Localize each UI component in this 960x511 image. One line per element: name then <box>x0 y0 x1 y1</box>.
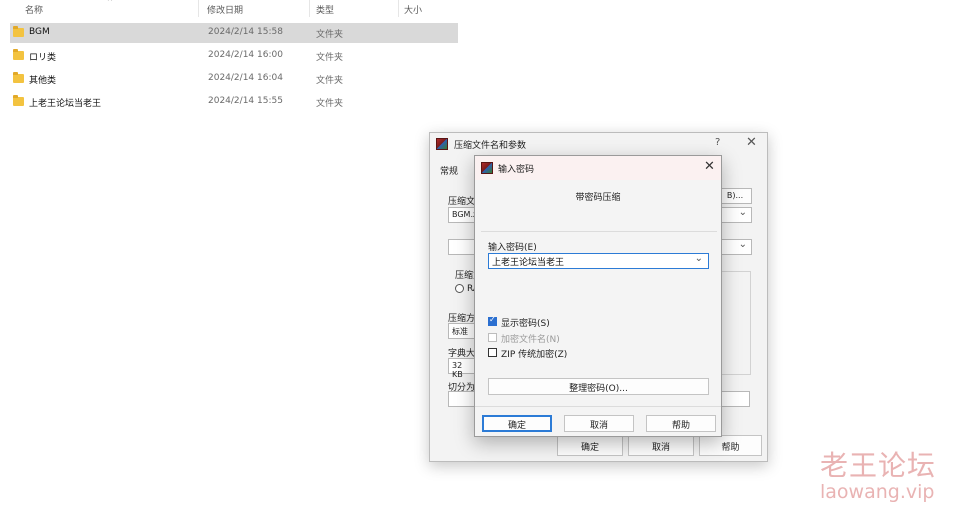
ok-button[interactable]: 确定 <box>557 435 623 456</box>
tab-general[interactable]: 常规 <box>440 164 458 177</box>
help-button[interactable]: 帮助 <box>646 415 716 432</box>
file-type: 文件夹 <box>316 76 344 86</box>
column-divider[interactable] <box>398 0 399 17</box>
divider <box>475 406 721 407</box>
format-radio-rar[interactable] <box>455 284 464 293</box>
dialog-title-bar[interactable]: 压缩文件名和参数 ? ✕ <box>430 133 767 156</box>
split-volume-unit[interactable] <box>718 391 750 407</box>
update-mode-select[interactable] <box>718 207 752 223</box>
file-type: 文件夹 <box>316 53 344 63</box>
watermark-chinese: 老王论坛 <box>820 449 937 482</box>
ok-button[interactable]: 确定 <box>482 415 552 432</box>
file-name: 上老王论坛当老王 <box>29 99 102 109</box>
show-password-label: 显示密码(S) <box>501 319 550 329</box>
dialog-heading: 带密码压缩 <box>575 193 621 203</box>
column-header-date[interactable]: 修改日期 <box>207 3 243 16</box>
file-row-bgm[interactable]: BGM 2024/2/14 15:58 文件夹 <box>10 23 458 43</box>
encrypt-filenames-label: 加密文件名(N) <box>501 335 560 345</box>
password-input[interactable]: 上老王论坛当老王 <box>488 253 709 269</box>
column-header-size[interactable]: 大小 <box>404 3 422 16</box>
file-date: 2024/2/14 16:04 <box>208 73 283 83</box>
profile-select[interactable] <box>718 239 752 255</box>
file-row-other[interactable]: 其他类 2024/2/14 16:04 文件夹 <box>10 69 458 89</box>
column-header-name[interactable]: 名称 <box>25 3 43 16</box>
folder-icon <box>13 95 24 106</box>
folder-icon <box>13 72 24 83</box>
file-type: 文件夹 <box>316 99 344 109</box>
password-label: 输入密码(E) <box>488 243 537 253</box>
dialog-title: 输入密码 <box>498 165 535 175</box>
help-button[interactable]: 帮助 <box>699 435 762 456</box>
file-name: 其他类 <box>29 76 57 86</box>
watermark-domain: laowang.vip <box>820 481 935 503</box>
file-name: BGM <box>29 27 50 37</box>
show-password-checkbox[interactable] <box>488 315 497 326</box>
organize-passwords-button[interactable]: 整理密码(O)... <box>488 378 709 395</box>
file-type: 文件夹 <box>316 30 344 40</box>
file-date: 2024/2/14 16:00 <box>208 50 283 60</box>
zip-legacy-encryption-label: ZIP 传统加密(Z) <box>501 350 568 360</box>
column-divider[interactable] <box>309 0 310 17</box>
file-name: ロリ类 <box>29 53 57 63</box>
help-icon[interactable]: ? <box>715 137 720 148</box>
cancel-button[interactable]: 取消 <box>564 415 634 432</box>
winrar-icon <box>436 138 448 150</box>
sort-up-icon: ^ <box>107 0 113 6</box>
divider <box>481 231 717 232</box>
file-date: 2024/2/14 15:55 <box>208 96 283 106</box>
zip-legacy-encryption-checkbox[interactable] <box>488 348 497 357</box>
folder-icon <box>13 49 24 60</box>
archiving-options-group <box>720 271 751 375</box>
close-icon[interactable]: ✕ <box>704 159 715 174</box>
file-row-loli[interactable]: ロリ类 2024/2/14 16:00 文件夹 <box>10 46 458 66</box>
dialog-title-bar[interactable]: 输入密码 ✕ <box>475 156 721 180</box>
winrar-icon <box>481 162 493 174</box>
cancel-button[interactable]: 取消 <box>628 435 694 456</box>
dialog-title: 压缩文件名和参数 <box>454 141 527 151</box>
file-row-laowang[interactable]: 上老王论坛当老王 2024/2/14 15:55 文件夹 <box>10 92 458 112</box>
archive-name-label: 压缩文 <box>448 197 476 207</box>
file-explorer: ^ 名称 修改日期 类型 大小 BGM 2024/2/14 15:58 文件夹 … <box>0 0 460 115</box>
close-icon[interactable]: ✕ <box>746 135 757 150</box>
enter-password-dialog: 输入密码 ✕ 带密码压缩 输入密码(E) 上老王论坛当老王 显示密码(S) 加密… <box>474 155 722 437</box>
column-header-type[interactable]: 类型 <box>316 3 334 16</box>
file-date: 2024/2/14 15:58 <box>208 27 283 37</box>
column-header-row: ^ 名称 修改日期 类型 大小 <box>0 0 460 18</box>
folder-icon <box>13 26 24 37</box>
column-divider[interactable] <box>198 0 199 17</box>
encrypt-filenames-checkbox <box>488 333 497 342</box>
browse-button[interactable]: B)... <box>718 188 752 204</box>
